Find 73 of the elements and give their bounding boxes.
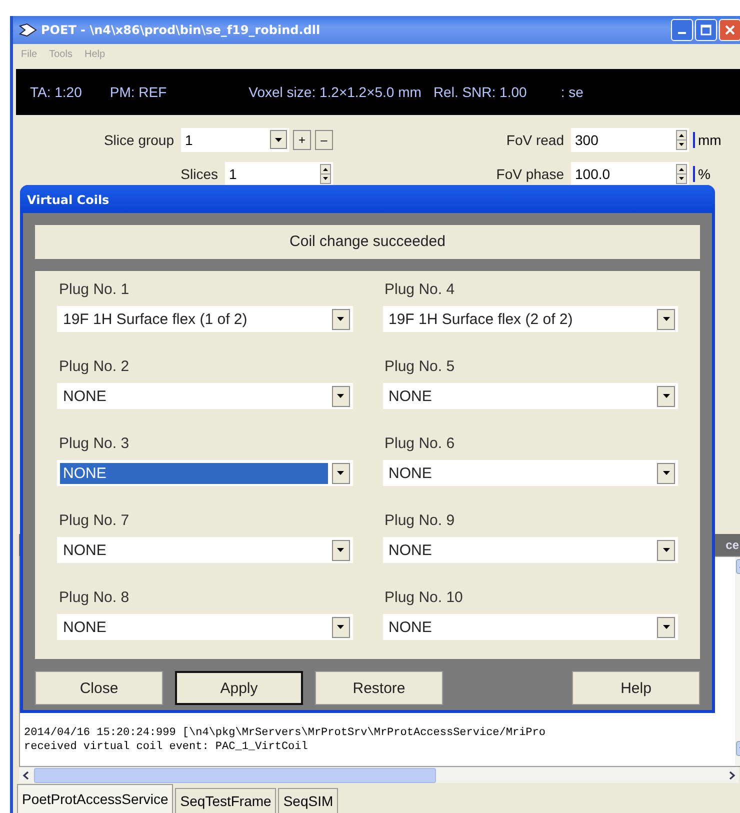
info-text: TA: 1:20 <box>30 84 82 100</box>
minimize-button[interactable] <box>671 18 693 41</box>
status-message: Coil change succeeded <box>35 225 700 259</box>
plug-label: Plug No. 9 <box>384 512 456 529</box>
info-text: Rel. SNR: 1.00 <box>433 84 527 100</box>
parameter-label: FoV read <box>506 132 564 148</box>
small-button[interactable]: – <box>315 130 333 150</box>
spinner-icon <box>676 130 687 150</box>
caret-icon <box>662 471 670 475</box>
spinner-icon <box>320 164 331 184</box>
parameter-label: FoV phase <box>496 166 564 182</box>
minimize-icon <box>678 32 686 34</box>
plug-label: Plug No. 5 <box>384 358 456 375</box>
dropdown-field[interactable]: NONE <box>382 460 678 486</box>
dropdown-field[interactable]: NONE <box>57 614 352 640</box>
caret-icon <box>275 138 282 142</box>
tab[interactable]: SeqSIM <box>278 788 338 813</box>
caret-icon <box>337 548 344 552</box>
scroll-thumb[interactable] <box>34 768 436 783</box>
dialog-button[interactable]: Close <box>35 671 163 705</box>
input-field[interactable]: 1 <box>225 162 333 186</box>
spinner-icon <box>676 164 687 184</box>
tab[interactable]: PoetProtAccessService <box>17 784 174 813</box>
plug-label: Plug No. 8 <box>58 589 130 606</box>
unit-label: mm <box>693 132 728 148</box>
plug-label: Plug No. 2 <box>58 358 130 375</box>
caret-icon <box>337 471 344 475</box>
caret-icon <box>662 394 670 398</box>
caret-icon <box>662 625 670 629</box>
plug-label: Plug No. 6 <box>384 435 456 452</box>
info-text: Voxel size: 1.2×1.2×5.0 mm <box>248 84 422 100</box>
dialog-title: Virtual Coils <box>20 185 715 213</box>
small-button[interactable]: + <box>293 130 311 150</box>
plug-label: Plug No. 7 <box>58 512 130 529</box>
plug-label: Plug No. 3 <box>58 435 130 452</box>
dropdown-field[interactable]: 19F 1H Surface flex (1 of 2) <box>57 306 352 332</box>
dialog-button[interactable]: Apply <box>175 671 303 705</box>
dropdown-field[interactable]: NONE <box>382 537 678 563</box>
caret-icon <box>337 317 344 321</box>
info-text: : se <box>560 84 584 100</box>
plug-label: Plug No. 4 <box>384 281 456 298</box>
window-title: POET - \n4\x86\prod\bin\se_f19_robind.dll <box>41 22 322 37</box>
parameter-label: Slices <box>180 166 218 182</box>
caret-icon <box>337 625 344 629</box>
dropdown-button[interactable] <box>270 130 287 150</box>
dropdown-field[interactable]: NONE <box>57 383 352 409</box>
parameter-label: Slice group <box>104 132 174 148</box>
dropdown-field[interactable]: NONE <box>57 537 352 563</box>
dropdown-field[interactable]: 19F 1H Surface flex (2 of 2) <box>382 306 678 332</box>
dropdown-field[interactable]: NONE <box>382 383 678 409</box>
caret-icon <box>662 548 670 552</box>
app-logo-icon <box>19 22 37 37</box>
plug-label: Plug No. 1 <box>58 281 130 298</box>
close-button[interactable] <box>719 18 740 41</box>
dialog-button[interactable]: Restore <box>315 671 443 705</box>
log-line: received virtual coil event: PAC_1_VirtCoil <box>24 740 309 754</box>
horizontal-scrollbar[interactable] <box>19 767 739 784</box>
unit-label: % <box>693 166 728 182</box>
log-line: 2014/04/16 15:20:24:999 [\n4\pkg\MrServers\MrProtSrv\MrProtAccessService/MriPro <box>24 726 546 740</box>
maximize-button[interactable] <box>695 18 717 41</box>
caret-icon <box>337 394 344 398</box>
caret-icon <box>662 317 670 321</box>
tab[interactable]: SeqTestFrame <box>175 788 276 813</box>
dropdown-field[interactable]: NONE <box>382 614 678 640</box>
dialog-button[interactable]: Help <box>572 671 700 705</box>
plug-label: Plug No. 10 <box>384 589 464 606</box>
input-field[interactable]: 300 <box>571 128 689 152</box>
dropdown-field[interactable]: NONE <box>57 460 352 486</box>
maximize-icon <box>700 24 712 36</box>
close-icon <box>724 24 736 36</box>
info-text: PM: REF <box>110 84 167 100</box>
input-field[interactable]: 100.0 <box>571 162 689 186</box>
input-field[interactable]: 1 <box>181 128 289 152</box>
